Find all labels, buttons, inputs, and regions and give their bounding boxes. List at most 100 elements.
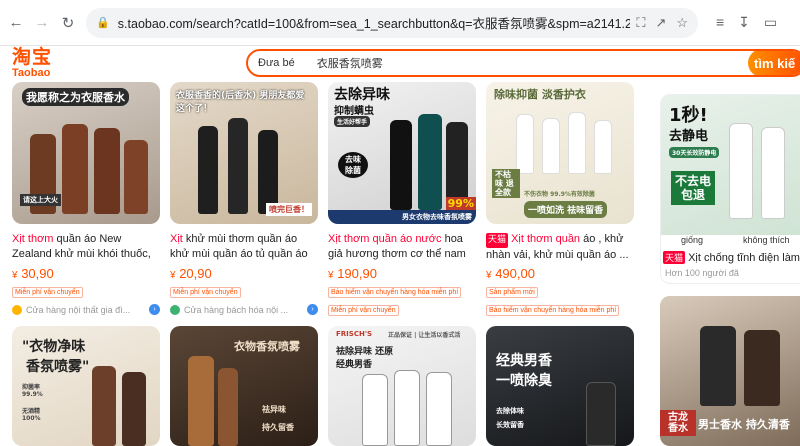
image-badge-2: 长效留香 xyxy=(496,421,524,429)
image-badge-2: 无酒精 100% xyxy=(22,408,41,422)
product-card[interactable]: 除味抑菌 淡香护衣 不枯味 退全款 不伤衣物 99.9%有效除菌 一喷如洗 祛味… xyxy=(486,82,634,317)
sold-count: Hơn 100 người đã xyxy=(665,268,739,278)
shop-arrow-icon[interactable]: › xyxy=(307,304,318,315)
tmall-badge: 天猫 xyxy=(663,251,686,264)
shop-icon xyxy=(12,304,22,315)
insurance-tag: Bảo hiểm vận chuyển hàng hóa miễn phí xyxy=(486,305,620,316)
product-image[interactable]: 去除异味 抑制螨虫 生活好帮手 去味 除菌 男女衣物去味香氛喷雾 99% xyxy=(328,82,476,224)
product-title[interactable]: 天猫 Xịt thơm quần áo , khử nhàn vải, khử … xyxy=(486,232,634,262)
forward-icon[interactable]: → xyxy=(32,13,52,33)
product-image[interactable]: 衣服香香的(后香水) 男朋友都爱这个了！ 喷完巨香！ xyxy=(170,82,318,224)
product-card[interactable]: 衣服香香的(后香水) 男朋友都爱这个了！ 喷完巨香！ Xịt khử mùi t… xyxy=(170,82,318,315)
shop-arrow-icon[interactable]: › xyxy=(149,304,160,315)
image-badge: 去除体味 xyxy=(496,407,524,415)
shop-row[interactable]: Cửa hàng bách hóa nội ... › xyxy=(170,304,318,315)
share-icon[interactable]: ↗ xyxy=(655,15,666,31)
logo-cn-text: 淘宝 xyxy=(12,46,53,68)
image-caption: 1秒! xyxy=(669,105,708,126)
image-caption-2: 抑制螨虫 xyxy=(334,106,374,117)
bookmark-star-icon[interactable]: ☆ xyxy=(676,15,688,31)
insurance-tag: Bảo hiểm vận chuyển hàng hóa miễn phí xyxy=(328,287,462,298)
product-image[interactable]: FRISCH'S 正品保证 | 让生活以香式活 祛除异味 还原经典男香 xyxy=(328,326,476,446)
product-price: ¥ 30,90 xyxy=(12,266,54,281)
shipping-tag: Miễn phí vận chuyển xyxy=(12,287,83,298)
image-caption: 衣服香香的(后香水) 男朋友都爱这个了！ xyxy=(176,91,305,114)
image-caption: 经典男香 xyxy=(496,353,552,369)
shop-name[interactable]: Cửa hàng nội thất gia đì... xyxy=(26,305,130,315)
image-caption: 衣物香氛喷雾 xyxy=(234,340,300,353)
product-image[interactable]: "衣物净味 香氛喷雾" 抑菌率 99.9% 无酒精 100% xyxy=(12,326,160,446)
search-bar[interactable]: Đưa bé 衣服香氛喷雾 tìm kiế xyxy=(246,49,800,77)
product-image[interactable]: 衣物香氛喷雾 祛异味 持久留香 xyxy=(170,326,318,446)
url-text[interactable]: s.taobao.com/search?catId=100&from=sea_1… xyxy=(118,13,631,32)
taobao-logo[interactable]: 淘宝 Taobao xyxy=(12,46,70,80)
product-card[interactable]: "衣物净味 香氛喷雾" 抑菌率 99.9% 无酒精 100% xyxy=(12,326,160,446)
product-card[interactable]: 衣物香氛喷雾 祛异味 持久留香 xyxy=(170,326,318,446)
image-badge: 喷完巨香！ xyxy=(266,203,312,216)
product-card[interactable]: 古龙 香水 男士香水 持久清香 xyxy=(660,296,800,446)
image-caption: 祛除异味 还原经典男香 xyxy=(336,347,394,370)
shipping-tag: Miễn phí vận chuyển xyxy=(328,305,399,316)
browser-toolbar: ← → ↻ 🔒 s.taobao.com/search?catId=100&fr… xyxy=(0,0,800,46)
image-badge-2: 去味 除菌 xyxy=(338,152,368,178)
reload-icon[interactable]: ↻ xyxy=(58,13,78,33)
product-image[interactable]: 1秒! 去静电 30天长效防静电 不去电 包退 xyxy=(661,95,800,235)
product-price: ¥ 190,90 xyxy=(328,266,377,281)
product-title[interactable]: Xịt khử mùi thơm quần áo khử mùi quần áo… xyxy=(170,232,318,262)
image-badge-2: 持久留香 xyxy=(262,423,294,432)
image-badge: 请这上大火 xyxy=(20,194,61,206)
back-icon[interactable]: ← xyxy=(6,13,26,33)
shop-name[interactable]: Cửa hàng bách hóa nội ... xyxy=(184,305,288,315)
tab-label-1: giống xyxy=(681,235,704,245)
search-scope[interactable]: Đưa bé xyxy=(258,57,295,69)
sidepanel-icon[interactable]: ▭ xyxy=(764,14,777,31)
product-title[interactable]: Xịt thơm quần áo New Zealand khử mùi khó… xyxy=(12,232,160,262)
image-badge: 祛异味 xyxy=(262,405,286,414)
product-image[interactable]: 我愿称之为衣服香水 请这上大火 xyxy=(12,82,160,224)
image-percent: 99% xyxy=(445,197,476,210)
image-caption-2: 香氛喷雾" xyxy=(26,359,90,375)
image-caption: 我愿称之为衣服香水 xyxy=(22,88,129,106)
product-title[interactable]: Xịt thơm quần áo nước hoa giả hương thơm… xyxy=(328,232,476,262)
shop-row[interactable]: Cửa hàng nội thất gia đì... › xyxy=(12,304,160,315)
product-image[interactable]: 经典男香 一喷除臭 去除体味 长效留香 xyxy=(486,326,634,446)
image-badge: 不伤衣物 99.9%有效除菌 xyxy=(524,191,595,198)
product-price: ¥ 490,00 xyxy=(486,266,535,281)
image-badge: 抑菌率 99.9% xyxy=(22,384,43,398)
download-icon[interactable]: ↧ xyxy=(738,14,750,31)
image-banner: 男女衣物去味香氛喷雾 xyxy=(328,210,476,224)
address-bar[interactable]: 🔒 s.taobao.com/search?catId=100&from=sea… xyxy=(86,7,698,38)
translate-icon[interactable]: ⛶ xyxy=(636,15,645,31)
image-badge: 生活好帮手 xyxy=(334,116,371,127)
product-image[interactable]: 古龙 香水 男士香水 持久清香 xyxy=(660,296,800,446)
taobao-header: 淘宝 Taobao Đưa bé 衣服香氛喷雾 tìm kiế xyxy=(0,46,800,80)
tab-label-2: không thích xyxy=(743,235,790,245)
product-card[interactable]: FRISCH'S 正品保证 | 让生活以香式活 祛除异味 还原经典男香 xyxy=(328,326,476,446)
image-caption-2: 去静电 xyxy=(669,129,709,144)
search-input[interactable]: 衣服香氛喷雾 xyxy=(317,55,383,71)
product-card[interactable]: 经典男香 一喷除臭 去除体味 长效留香 xyxy=(486,326,634,446)
image-badge: 男士香水 持久清香 xyxy=(698,418,790,431)
image-badge-2: 正品保证 | 让生活以香式活 xyxy=(388,332,461,339)
product-title[interactable]: 天猫 Xịt chống tĩnh điện làm... xyxy=(663,251,800,264)
shop-icon xyxy=(170,304,180,315)
image-badge-2: 一喷如洗 祛味留香 xyxy=(524,201,608,218)
image-caption: 去除异味 xyxy=(334,87,390,103)
image-caption-2: 一喷除臭 xyxy=(496,373,552,389)
lock-icon: 🔒 xyxy=(96,16,110,29)
search-button[interactable]: tìm kiế xyxy=(748,51,800,75)
tmall-badge: 天猫 xyxy=(486,233,509,248)
image-caption: 古龙 香水 xyxy=(660,410,696,436)
product-card[interactable]: 去除异味 抑制螨虫 生活好帮手 去味 除菌 男女衣物去味香氛喷雾 99% Xịt… xyxy=(328,82,476,317)
image-badge-3: 不枯味 退全款 xyxy=(492,169,520,198)
logo-en-text: Taobao xyxy=(12,67,51,79)
new-product-tag: Sản phẩm mới xyxy=(486,287,538,298)
product-image[interactable]: 除味抑菌 淡香护衣 不枯味 退全款 不伤衣物 99.9%有效除菌 一喷如洗 祛味… xyxy=(486,82,634,224)
shipping-tag: Miễn phí vận chuyển xyxy=(170,287,241,298)
image-caption: 除味抑菌 淡香护衣 xyxy=(494,88,586,101)
reading-list-icon[interactable]: ≡ xyxy=(716,14,724,31)
image-badge-2: 不去电 包退 xyxy=(671,171,715,205)
product-card[interactable]: 我愿称之为衣服香水 请这上大火 Xịt thơm quần áo New Zea… xyxy=(12,82,160,315)
product-card[interactable]: 1秒! 去静电 30天长效防静电 不去电 包退 giống không thíc… xyxy=(660,94,800,284)
image-caption: "衣物净味 xyxy=(22,339,86,355)
